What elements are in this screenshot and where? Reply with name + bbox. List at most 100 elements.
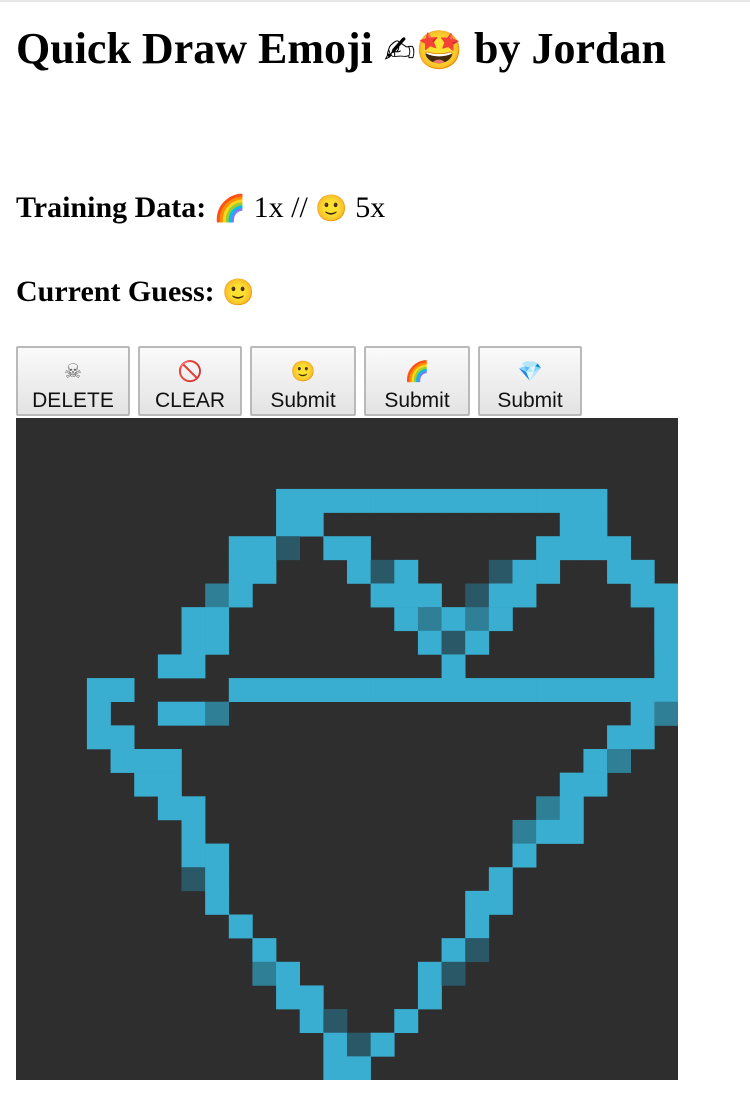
canvas-pixel [583, 488, 608, 513]
canvas-pixel [228, 536, 253, 561]
canvas-pixel [512, 488, 537, 513]
canvas-pixel [654, 630, 678, 655]
canvas-pixel [323, 488, 348, 513]
canvas-pixel [181, 607, 206, 632]
canvas-pixel [441, 678, 466, 703]
canvas-pixel [417, 630, 442, 655]
canvas-pixel [559, 536, 584, 561]
canvas-pixel [488, 678, 513, 703]
current-guess-label: Current Guess: [16, 275, 215, 308]
canvas-pixel [347, 1032, 371, 1057]
canvas-pixel [654, 583, 678, 608]
canvas-pixel [488, 559, 513, 584]
canvas-pixel [205, 890, 230, 915]
canvas-pixel [276, 536, 301, 561]
canvas-pixel [157, 701, 182, 726]
training-data-label: Training Data: [16, 191, 207, 224]
canvas-pixel [417, 583, 442, 608]
canvas-pixel [465, 678, 490, 703]
canvas-pixel [583, 772, 608, 797]
title-emojis: ✍🤩 [383, 28, 464, 72]
canvas-pixel [299, 1009, 324, 1034]
ban-icon: 🚫 [177, 359, 203, 383]
canvas-pixel [157, 654, 182, 679]
canvas-pixel [370, 678, 395, 703]
canvas-pixel [252, 536, 277, 561]
canvas-pixel [205, 583, 230, 608]
canvas-pixel [394, 583, 419, 608]
rainbow-icon: 🌈 [404, 359, 430, 383]
canvas-pixel [512, 843, 537, 868]
canvas-pixel [465, 938, 490, 963]
canvas-pixel [441, 654, 466, 679]
canvas-pixel [228, 559, 253, 584]
canvas-pixel [488, 607, 513, 632]
canvas-pixel [536, 796, 561, 821]
canvas-pixel [323, 678, 348, 703]
canvas-pixel [441, 607, 466, 632]
canvas-pixel [252, 678, 277, 703]
canvas-pixel [536, 559, 561, 584]
canvas-pixel [441, 938, 466, 963]
drawing-canvas[interactable] [16, 418, 678, 1080]
canvas-pixel [181, 819, 206, 844]
canvas-pixel [394, 678, 419, 703]
canvas-pixel [654, 654, 678, 679]
delete-label: DELETE [32, 389, 114, 412]
canvas-pixel [465, 583, 490, 608]
submit-rainbow-button[interactable]: 🌈 Submit [364, 346, 470, 416]
gem-icon: 💎 [517, 359, 543, 383]
canvas-pixel [394, 1009, 419, 1034]
canvas-pixel [536, 819, 561, 844]
title-by: by Jordan [474, 24, 666, 73]
smile-icon: 🙂 [290, 359, 316, 383]
title-text: Quick Draw Emoji [16, 24, 373, 73]
separator: // [291, 191, 308, 224]
canvas-pixel [299, 678, 324, 703]
canvas-pixel [536, 488, 561, 513]
submit-gem-button[interactable]: 💎 Submit [478, 346, 582, 416]
canvas-pixel [394, 488, 419, 513]
canvas-pixel [630, 583, 655, 608]
canvas-pixel [536, 678, 561, 703]
submit-smile-button[interactable]: 🙂 Submit [250, 346, 356, 416]
canvas-pixel [347, 559, 371, 584]
canvas-pixel [110, 749, 135, 773]
canvas-pixel [347, 678, 371, 703]
canvas-pixel [488, 488, 513, 513]
canvas-pixel [488, 583, 513, 608]
canvas-pixel [134, 749, 159, 773]
canvas-pixel [583, 678, 608, 703]
canvas-pixel [488, 867, 513, 892]
canvas-pixel [205, 630, 230, 655]
canvas-pixel [181, 867, 206, 892]
canvas-pixel [252, 559, 277, 584]
clear-button[interactable]: 🚫 CLEAR [138, 346, 242, 416]
canvas-pixel [228, 583, 253, 608]
training-data-row: Training Data: 🌈 1x // 🙂 5x [16, 190, 385, 227]
canvas-pixel [370, 488, 395, 513]
canvas-pixel [465, 914, 490, 939]
canvas-pixel [583, 512, 608, 537]
canvas-pixel [559, 488, 584, 513]
canvas-pixel [299, 512, 324, 537]
top-border [0, 0, 750, 2]
canvas-pixel [512, 559, 537, 584]
canvas-pixel [323, 536, 348, 561]
canvas-pixel [441, 961, 466, 986]
canvas-pixel [157, 749, 182, 773]
canvas-pixel [347, 536, 371, 561]
canvas-pixel [417, 488, 442, 513]
smile-count: 5x [355, 191, 386, 224]
canvas-pixel [370, 559, 395, 584]
canvas-pixel [276, 488, 301, 513]
canvas-pixel [607, 536, 632, 561]
delete-button[interactable]: ☠ DELETE [16, 346, 130, 416]
guess-smile-icon: 🙂 [222, 278, 255, 308]
canvas-pixel [323, 1032, 348, 1057]
canvas-pixel [536, 536, 561, 561]
canvas-pixel [465, 630, 490, 655]
canvas-pixel [228, 678, 253, 703]
canvas-pixel [370, 1032, 395, 1057]
canvas-pixel [417, 985, 442, 1010]
